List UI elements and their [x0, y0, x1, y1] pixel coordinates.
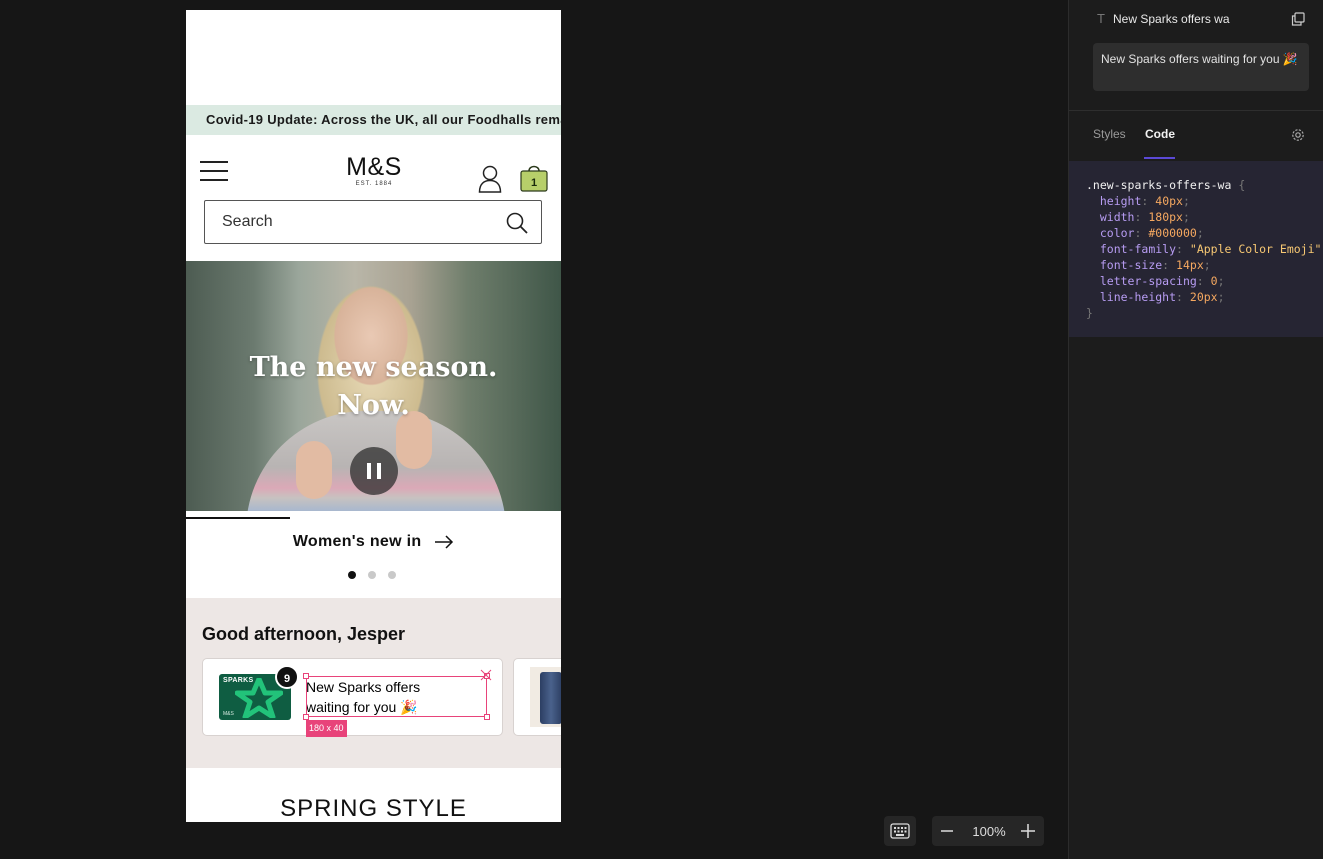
- keyboard-shortcuts-button[interactable]: [884, 816, 916, 846]
- sparks-star-icon: [235, 678, 283, 718]
- css-property-name: line-height: [1099, 290, 1177, 304]
- carousel-dots: [348, 566, 408, 584]
- css-code: .new-sparks-offers-wa { height: 40px; wi…: [1086, 178, 1323, 320]
- product-card[interactable]: [513, 658, 561, 736]
- selection-outline: [306, 676, 487, 717]
- hero-headline: The new season. Now.: [186, 349, 561, 425]
- css-property-unit: px: [1169, 210, 1183, 224]
- css-property-value: 40: [1155, 194, 1170, 208]
- css-property-name: color: [1099, 226, 1135, 240]
- css-selector: .new-sparks-offers-wa: [1086, 178, 1232, 192]
- css-property-value: 0: [1210, 274, 1218, 288]
- css-property-value: 14: [1176, 258, 1190, 272]
- jeans-product-image: [530, 667, 561, 727]
- hamburger-menu-icon[interactable]: [200, 161, 228, 181]
- css-property-name: font-size: [1099, 258, 1163, 272]
- zoom-in-icon[interactable]: [1020, 823, 1036, 839]
- text-content-preview[interactable]: New Sparks offers waiting for you 🎉: [1093, 43, 1309, 91]
- account-icon[interactable]: [478, 165, 502, 193]
- dimension-tag: 180 x 40: [306, 720, 347, 737]
- carousel-dot[interactable]: [368, 571, 376, 579]
- css-property-name: width: [1099, 210, 1135, 224]
- zoom-control: 100%: [932, 816, 1044, 846]
- personalised-section: Good afternoon, Jesper SPARKS M&S 9 New …: [186, 598, 561, 768]
- phone-preview-frame: Covid-19 Update: Across the UK, all our …: [186, 10, 561, 822]
- covid-update-banner[interactable]: Covid-19 Update: Across the UK, all our …: [186, 105, 561, 135]
- search-placeholder: Search: [222, 213, 273, 230]
- logo-subtext: EST. 1884: [355, 181, 393, 187]
- resize-handle[interactable]: [484, 714, 490, 720]
- womens-new-in-label: Women's new in: [292, 533, 422, 550]
- css-property-unit: px: [1169, 194, 1183, 208]
- sparks-offer-count-badge: 9: [275, 665, 299, 689]
- sparks-ms-text: M&S: [223, 711, 234, 717]
- carousel-dot[interactable]: [348, 571, 356, 579]
- search-input[interactable]: Search: [204, 200, 542, 244]
- css-property-value: #000000: [1148, 226, 1197, 240]
- shopping-bag-icon[interactable]: 1: [519, 162, 549, 192]
- css-property-unit: px: [1203, 290, 1218, 304]
- css-property-name: font-family: [1099, 242, 1177, 256]
- css-property-unit: px: [1189, 258, 1204, 272]
- resize-handle[interactable]: [303, 673, 309, 679]
- bag-count: 1: [531, 177, 537, 189]
- inspector-panel: T New Sparks offers wa New Sparks offers…: [1068, 0, 1323, 859]
- hero-headline-line2: Now.: [337, 390, 410, 421]
- active-tab-indicator: [1144, 157, 1175, 159]
- ms-logo[interactable]: M&S EST. 1884: [331, 153, 417, 187]
- search-icon[interactable]: [505, 211, 529, 235]
- copy-icon[interactable]: [1291, 12, 1305, 26]
- css-property-value: 180: [1148, 210, 1170, 224]
- logo-text: M&S: [346, 153, 402, 181]
- arrow-right-icon: [435, 535, 454, 549]
- zoom-level: 100%: [972, 824, 1006, 839]
- hero-headline-line1: The new season.: [249, 352, 498, 383]
- womens-new-in-link[interactable]: Women's new in: [186, 533, 561, 551]
- tab-styles[interactable]: Styles: [1093, 127, 1126, 141]
- panel-divider: [1069, 110, 1323, 111]
- hero-image-hand: [296, 441, 332, 499]
- keyboard-icon: [890, 823, 910, 839]
- greeting-heading: Good afternoon, Jesper: [202, 624, 406, 644]
- pause-icon[interactable]: [350, 447, 398, 495]
- css-code-block[interactable]: .new-sparks-offers-wa { height: 40px; wi…: [1069, 161, 1323, 337]
- gear-icon[interactable]: [1291, 128, 1305, 142]
- carousel-progress-bar: [186, 517, 290, 519]
- selection-crosshair-icon: [480, 669, 492, 681]
- tab-code[interactable]: Code: [1145, 127, 1175, 141]
- carousel-dot[interactable]: [388, 571, 396, 579]
- layer-name: New Sparks offers wa: [1113, 12, 1230, 26]
- spring-style-heading: SPRING STYLE: [280, 795, 467, 822]
- css-property-name: letter-spacing: [1099, 274, 1197, 288]
- css-property-value: 20: [1189, 290, 1204, 304]
- sparks-offer-card[interactable]: SPARKS M&S 9 New Sparks offers waiting f…: [202, 658, 503, 737]
- css-property-value: "Apple Color Emoji": [1189, 242, 1322, 256]
- text-layer-icon: T: [1097, 11, 1105, 26]
- css-property-name: height: [1099, 194, 1142, 208]
- zoom-out-icon[interactable]: [940, 824, 954, 838]
- hero-banner[interactable]: The new season. Now.: [186, 261, 561, 511]
